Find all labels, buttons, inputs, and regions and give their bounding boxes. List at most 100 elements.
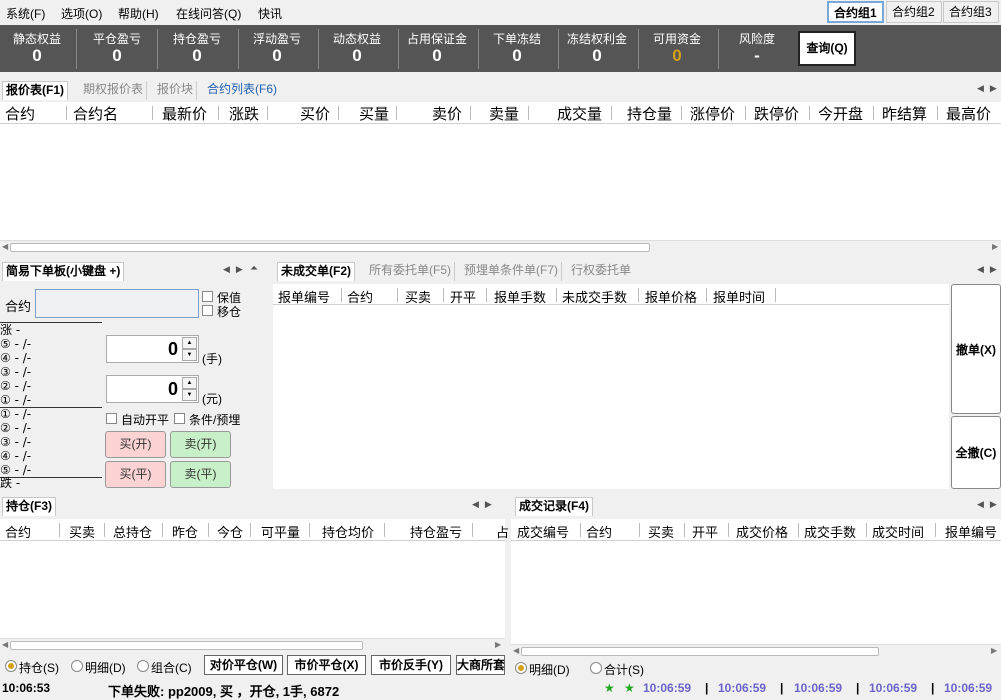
col-header[interactable]: 成交编号 — [517, 522, 569, 541]
menu-options[interactable]: 选项(O) — [61, 5, 102, 22]
trades-table-body[interactable] — [511, 541, 1001, 644]
menu-system[interactable]: 系统(F) — [6, 5, 45, 22]
col-header[interactable]: 成交量 — [557, 103, 602, 124]
depth-ask-2[interactable]: ② - /- — [0, 379, 31, 393]
tab-quote-block[interactable]: 报价块 — [154, 81, 198, 100]
move-position-checkbox[interactable] — [202, 305, 213, 316]
col-header[interactable]: 买卖 — [69, 522, 95, 541]
depth-ask-5[interactable]: ⑤ - /- — [0, 337, 31, 351]
col-header[interactable]: 最新价 — [162, 103, 207, 124]
col-header[interactable]: 总持仓 — [113, 522, 152, 541]
trades-hscrollbar[interactable]: ◀ ▶ — [511, 644, 1001, 658]
col-divider[interactable] — [162, 523, 163, 537]
auto-open-close-checkbox[interactable] — [106, 413, 117, 424]
cancel-order-button[interactable]: 撤单(X) — [951, 284, 1001, 414]
scroll-right-icon[interactable]: ▶ — [991, 646, 997, 655]
decrement-icon[interactable]: ▼ — [182, 349, 197, 361]
depth-bid-3[interactable]: ③ - /- — [0, 435, 31, 449]
contract-group-2-tab[interactable]: 合约组2 — [886, 1, 942, 23]
depth-ask-4[interactable]: ④ - /- — [0, 351, 31, 365]
col-header[interactable]: 合约 — [5, 103, 35, 124]
decrement-icon[interactable]: ▼ — [182, 389, 197, 401]
col-divider[interactable] — [528, 106, 529, 120]
col-divider[interactable] — [218, 106, 219, 120]
col-divider[interactable] — [250, 523, 251, 537]
col-divider[interactable] — [66, 106, 67, 120]
contract-input[interactable] — [35, 289, 199, 318]
tab-scroll-arrows-icon[interactable]: ◀▶ — [977, 264, 1001, 275]
col-divider[interactable] — [809, 106, 810, 120]
col-header[interactable]: 最高价 — [946, 103, 991, 124]
col-header[interactable]: 涨停价 — [690, 103, 735, 124]
col-divider[interactable] — [935, 523, 936, 537]
col-header[interactable]: 报单手数 — [494, 287, 546, 306]
col-header[interactable]: 占 — [496, 522, 509, 541]
col-header[interactable]: 成交价格 — [736, 522, 788, 541]
market-close-button[interactable]: 市价平仓(X) — [287, 655, 366, 675]
tab-quote-table[interactable]: 报价表(F1) — [2, 81, 68, 100]
col-divider[interactable] — [866, 523, 867, 537]
col-header[interactable]: 卖量 — [489, 103, 519, 124]
col-divider[interactable] — [472, 523, 473, 537]
col-header[interactable]: 成交手数 — [804, 522, 856, 541]
tab-option-quote[interactable]: 期权报价表 — [80, 81, 148, 100]
cancel-all-button[interactable]: 全撤(C) — [951, 416, 1001, 489]
col-header[interactable]: 合约 — [347, 287, 373, 306]
col-header[interactable]: 昨结算 — [882, 103, 927, 124]
depth-limit-down[interactable]: 跌 - — [0, 476, 20, 488]
tab-exercise-orders[interactable]: 行权委托单 — [568, 262, 634, 281]
col-header[interactable]: 买量 — [359, 103, 389, 124]
col-divider[interactable] — [104, 523, 105, 537]
radio-details[interactable] — [71, 660, 83, 672]
col-header[interactable]: 报单编号 — [945, 522, 997, 541]
col-header[interactable]: 持仓量 — [627, 103, 672, 124]
col-divider[interactable] — [684, 523, 685, 537]
col-header[interactable]: 可平量 — [261, 522, 300, 541]
scroll-left-icon[interactable]: ◀ — [2, 242, 8, 251]
price-value[interactable]: 0 — [168, 379, 178, 400]
col-divider[interactable] — [639, 523, 640, 537]
contract-group-3-tab[interactable]: 合约组3 — [943, 1, 999, 23]
market-reverse-button[interactable]: 市价反手(Y) — [371, 655, 451, 675]
increment-icon[interactable]: ▲ — [182, 377, 197, 389]
increment-icon[interactable]: ▲ — [182, 337, 197, 349]
contract-group-1-tab[interactable]: 合约组1 — [827, 1, 884, 23]
col-divider[interactable] — [706, 288, 707, 302]
collapse-icon[interactable]: ⏶ — [250, 263, 258, 274]
col-divider[interactable] — [470, 106, 471, 120]
col-divider[interactable] — [580, 523, 581, 537]
tab-scroll-arrows-icon[interactable]: ◀▶ — [977, 499, 1001, 510]
col-header[interactable]: 成交时间 — [872, 522, 924, 541]
col-header[interactable]: 买卖 — [405, 287, 431, 306]
col-divider[interactable] — [396, 106, 397, 120]
depth-ask-3[interactable]: ③ - /- — [0, 365, 31, 379]
sell-close-button[interactable]: 卖(平) — [170, 461, 231, 488]
depth-bid-5[interactable]: ⑤ - /- — [0, 463, 31, 477]
radio-positions[interactable] — [5, 660, 17, 672]
hedge-checkbox[interactable] — [202, 291, 213, 302]
buy-open-button[interactable]: 买(开) — [105, 431, 166, 458]
tab-scroll-arrows-icon[interactable]: ◀▶ — [223, 264, 249, 275]
tab-preset-conditional[interactable]: 预埋单条件单(F7) — [461, 262, 562, 281]
col-divider[interactable] — [384, 523, 385, 537]
col-header[interactable]: 跌停价 — [754, 103, 799, 124]
col-header[interactable]: 报单时间 — [713, 287, 765, 306]
tab-positions[interactable]: 持仓(F3) — [2, 497, 56, 516]
scroll-left-icon[interactable]: ◀ — [2, 640, 8, 649]
col-divider[interactable] — [745, 106, 746, 120]
col-divider[interactable] — [338, 106, 339, 120]
positions-hscrollbar[interactable]: ◀ ▶ — [0, 638, 505, 652]
col-divider[interactable] — [486, 288, 487, 302]
depth-bid-4[interactable]: ④ - /- — [0, 449, 31, 463]
quote-hscrollbar[interactable]: ◀ ▶ — [0, 240, 1001, 254]
col-divider[interactable] — [728, 523, 729, 537]
col-header[interactable]: 涨跌 — [229, 103, 259, 124]
conditional-order-checkbox[interactable] — [174, 413, 185, 424]
col-header[interactable]: 卖价 — [432, 103, 462, 124]
col-header[interactable]: 持仓均价 — [322, 522, 374, 541]
col-header[interactable]: 今仓 — [217, 522, 243, 541]
scroll-left-icon[interactable]: ◀ — [513, 646, 519, 655]
col-header[interactable]: 今开盘 — [818, 103, 863, 124]
tab-all-orders[interactable]: 所有委托单(F5) — [366, 262, 455, 281]
col-divider[interactable] — [397, 288, 398, 302]
